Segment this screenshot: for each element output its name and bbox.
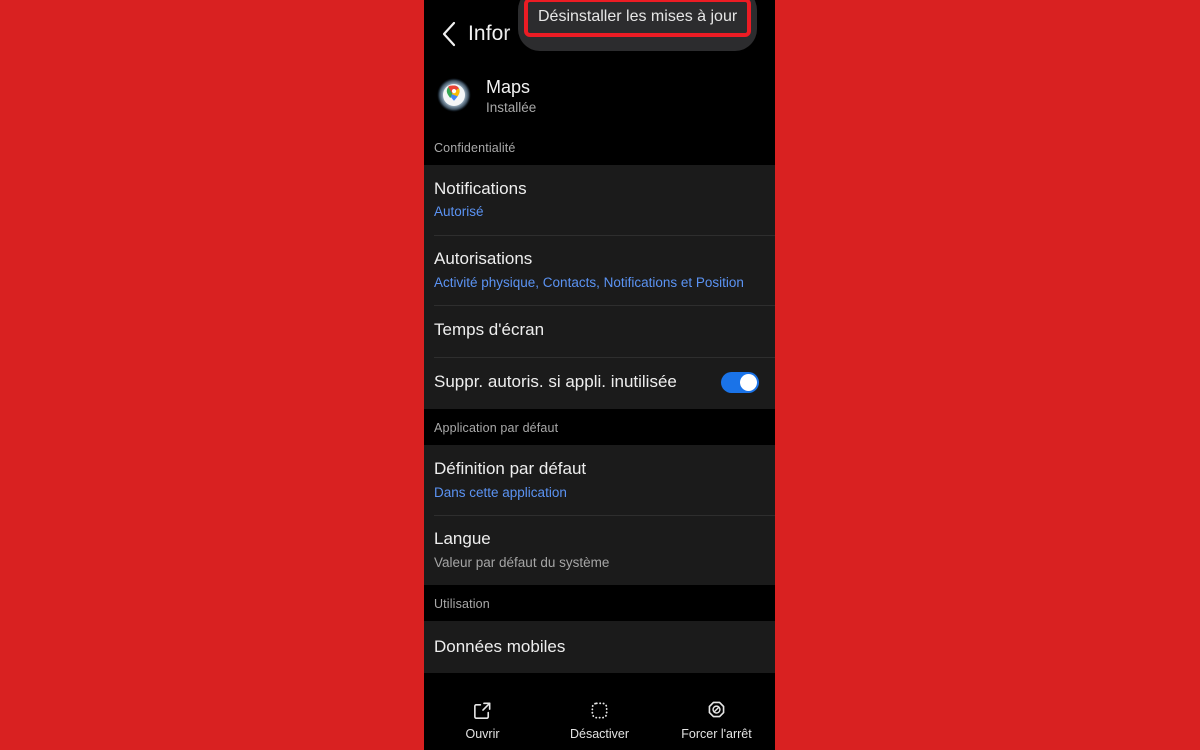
page-title: Infor (468, 22, 511, 45)
toggle-knob (740, 374, 757, 392)
bottom-action-bar: Ouvrir Désactiver Forcer l'arrêt (424, 690, 775, 750)
overflow-menu: Désinstaller les mises à jour (518, 0, 758, 51)
back-button[interactable] (434, 14, 464, 54)
row-notifications[interactable]: Notifications Autorisé (424, 165, 775, 235)
action-label: Forcer l'arrêt (681, 726, 752, 741)
force-stop-icon (706, 700, 728, 722)
section-header-default-app: Application par défaut (424, 408, 775, 445)
row-title: Données mobiles (434, 636, 566, 656)
row-default-definition[interactable]: Définition par défaut Dans cette applica… (424, 445, 775, 515)
row-title: Définition par défaut (434, 458, 587, 478)
dashed-square-icon (589, 700, 611, 722)
row-texts: Définition par défaut Dans cette applica… (434, 458, 759, 502)
phone-screen: Infor Désinstaller les mises à jour Maps… (424, 0, 775, 750)
action-disable[interactable]: Désactiver (541, 700, 658, 741)
section-header-usage: Utilisation (424, 585, 775, 622)
row-texts: Temps d'écran (434, 319, 759, 342)
settings-card-privacy: Notifications Autorisé Autorisations Act… (424, 164, 775, 409)
row-title: Autorisations (434, 248, 533, 268)
row-texts: Notifications Autorisé (434, 178, 759, 222)
row-title: Notifications (434, 178, 527, 198)
action-label: Désactiver (569, 726, 630, 741)
row-texts: Langue Valeur par défaut du système (434, 528, 759, 572)
row-mobile-data[interactable]: Données mobiles (424, 621, 775, 673)
section-header-privacy: Confidentialité (424, 128, 775, 165)
action-label: Ouvrir (465, 726, 500, 741)
row-remove-permissions-if-unused[interactable]: Suppr. autoris. si appli. inutilisée (424, 356, 775, 409)
settings-card-default-app: Définition par défaut Dans cette applica… (424, 444, 775, 586)
screenshot-root: Infor Désinstaller les mises à jour Maps… (0, 0, 1200, 750)
google-maps-icon (436, 77, 472, 113)
row-subtitle: Valeur par défaut du système (434, 554, 610, 570)
row-title: Temps d'écran (434, 320, 545, 340)
row-title: Langue (434, 528, 491, 548)
row-screen-time[interactable]: Temps d'écran (424, 304, 775, 357)
menu-item-uninstall-updates[interactable]: Désinstaller les mises à jour (523, 0, 752, 37)
row-texts: Données mobiles (434, 636, 759, 659)
chevron-left-icon (441, 21, 457, 47)
remove-permissions-toggle[interactable] (721, 372, 759, 394)
app-install-state: Installée (486, 99, 537, 115)
action-open[interactable]: Ouvrir (424, 700, 541, 741)
open-external-icon (472, 700, 494, 722)
row-subtitle: Activité physique, Contacts, Notificatio… (434, 274, 744, 290)
action-force-stop[interactable]: Forcer l'arrêt (658, 700, 775, 741)
row-subtitle: Autorisé (434, 204, 484, 220)
row-texts: Suppr. autoris. si appli. inutilisée (434, 371, 711, 394)
app-name: Maps (486, 77, 531, 97)
settings-card-usage: Données mobiles (424, 621, 775, 674)
row-title: Suppr. autoris. si appli. inutilisée (434, 372, 677, 392)
app-header-row[interactable]: Maps Installée (424, 68, 775, 129)
row-permissions[interactable]: Autorisations Activité physique, Contact… (424, 234, 775, 305)
row-subtitle: Dans cette application (434, 484, 567, 500)
row-texts: Autorisations Activité physique, Contact… (434, 248, 759, 292)
row-language[interactable]: Langue Valeur par défaut du système (424, 514, 775, 585)
app-identity-texts: Maps Installée (486, 76, 775, 115)
